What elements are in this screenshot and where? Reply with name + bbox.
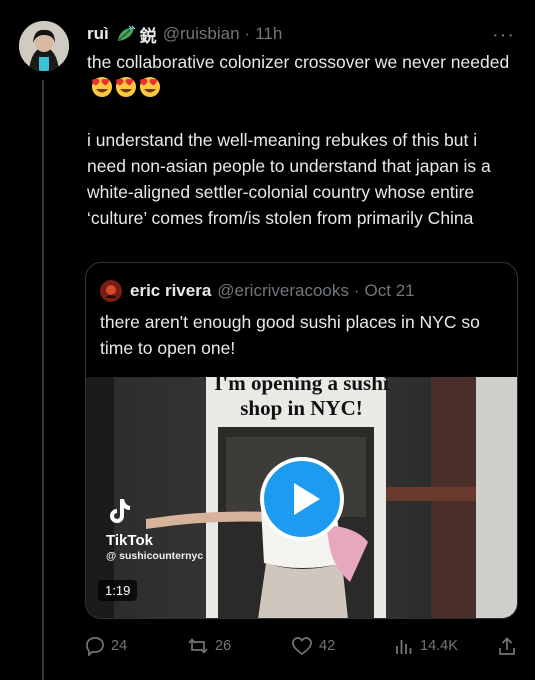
author-extra: 鋭 <box>139 26 157 46</box>
like-button[interactable]: 42 <box>291 636 335 656</box>
overlay-line-2: shop in NYC! <box>240 396 363 420</box>
author-handle[interactable]: @ruisbian <box>163 24 240 44</box>
share-button[interactable] <box>497 636 517 656</box>
reply-count: 24 <box>111 638 128 654</box>
separator: · <box>244 24 251 43</box>
heart-icon <box>292 637 312 656</box>
leaf-icon <box>115 25 137 43</box>
play-button[interactable] <box>260 457 344 541</box>
share-icon <box>499 637 515 655</box>
view-count: 14.4K <box>420 638 458 654</box>
retweet-icon <box>188 638 208 654</box>
more-options-icon[interactable]: ··· <box>492 24 515 47</box>
retweet-count: 26 <box>215 638 232 654</box>
video-overlay-text: I'm opening a sushi shop in NYC! <box>86 377 517 421</box>
like-count: 42 <box>319 638 336 654</box>
reply-button[interactable]: 24 <box>85 636 127 656</box>
tweet-paragraph-1: the collaborative colonizer crossover we… <box>87 52 510 72</box>
tweet-text: the collaborative colonizer crossover we… <box>87 49 519 231</box>
tweet-paragraph-2: i understand the well-meaning rebukes of… <box>87 130 491 228</box>
reply-icon <box>86 637 104 656</box>
quote-header: eric rivera @ericriveracooks · Oct 21 <box>100 279 507 303</box>
views-button[interactable]: 14.4K <box>394 636 458 656</box>
action-bar: 24 26 42 14.4K <box>85 636 519 660</box>
video-player[interactable]: I'm opening a sushi shop in NYC! TikTok … <box>86 377 517 618</box>
tweet-header: ruì 鋭 @ruisbian · 11h ··· <box>87 22 515 46</box>
quote-date[interactable]: Oct 21 <box>365 281 415 301</box>
quote-separator: · <box>353 281 360 300</box>
heart-eyes-emoji <box>91 76 161 98</box>
quote-avatar[interactable] <box>100 280 122 302</box>
tiktok-logo-icon <box>106 499 132 529</box>
tiktok-username: @ sushicounternyc <box>106 550 204 562</box>
tiktok-brand: TikTok <box>106 532 153 549</box>
retweet-button[interactable]: 26 <box>187 636 231 656</box>
quoted-tweet[interactable]: eric rivera @ericriveracooks · Oct 21 th… <box>85 262 518 619</box>
author-name[interactable]: ruì <box>87 24 109 44</box>
thread-line <box>42 80 44 680</box>
tiktok-watermark: TikTok @ sushicounternyc <box>106 497 203 562</box>
play-icon <box>294 483 320 515</box>
quote-author-handle[interactable]: @ericriveracooks <box>217 281 349 301</box>
quote-author-name[interactable]: eric rivera <box>130 281 211 301</box>
timestamp[interactable]: 11h <box>255 24 282 44</box>
overlay-line-1: I'm opening a sushi <box>214 377 389 395</box>
quote-text: there aren't enough good sushi places in… <box>100 312 480 358</box>
avatar[interactable] <box>19 21 69 71</box>
analytics-icon <box>396 640 412 654</box>
video-duration: 1:19 <box>98 580 138 601</box>
